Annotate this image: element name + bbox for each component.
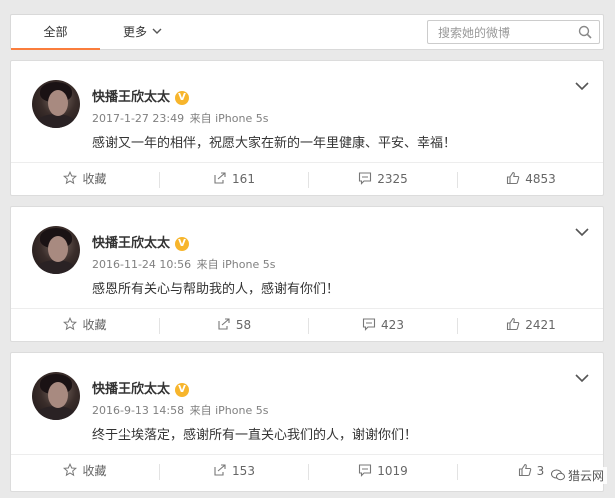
watermark-text: 猎云网 [567,469,604,483]
watermark: 猎云网 [547,467,607,484]
comment-button[interactable]: 2325 [309,163,457,195]
favorite-button[interactable]: 收藏 [11,163,159,195]
post-text: 感谢又一年的相伴，祝愿大家在新的一年里健康、平安、幸福！ [92,136,457,151]
comment-button[interactable]: 423 [309,309,457,341]
repost-icon [218,318,230,330]
avatar[interactable] [32,372,80,420]
repost-count: 58 [235,318,252,332]
chevron-down-icon[interactable] [575,227,589,237]
wechat-icon [550,469,565,481]
star-icon [63,170,78,185]
repost-button[interactable]: 153 [160,455,308,487]
search-input[interactable] [436,22,578,44]
chevron-down-icon [152,28,162,34]
post-text: 终于尘埃落定，感谢所有一直关心我们的人，谢谢你们！ [92,428,418,443]
search-box [427,20,600,44]
post-text: 感恩所有关心与帮助我的人，感谢有你们！ [92,282,340,297]
feed-filter-bar: 全部 更多 [10,14,604,50]
comment-count: 423 [381,318,404,332]
tab-more[interactable]: 更多 [123,15,163,49]
comment-button[interactable]: 1019 [309,455,457,487]
like-count: 2421 [525,318,556,332]
comment-icon [359,464,372,477]
post-source: 来自 iPhone 5s [189,112,269,125]
avatar[interactable] [32,80,80,128]
favorite-label: 收藏 [82,172,107,186]
verified-badge-icon: V [175,91,190,105]
author-name[interactable]: 快播王欣太太 V [92,378,190,397]
repost-count: 161 [232,172,255,186]
comment-icon [359,172,372,185]
like-button[interactable]: 2421 [457,309,605,341]
tab-more-label: 更多 [123,25,148,39]
star-icon [63,316,78,331]
post-actions: 收藏 58 423 2421 [11,309,603,341]
post-meta: 2017-1-27 23:49 来自 iPhone 5s [92,110,268,126]
like-icon [518,463,531,477]
author-name[interactable]: 快播王欣太太 V [92,232,190,251]
tab-all[interactable]: 全部 [11,15,100,50]
like-count: 3 [536,464,545,478]
like-icon [507,171,520,185]
comment-icon [362,318,376,331]
post-meta: 2016-9-13 14:58 来自 iPhone 5s [92,402,268,418]
favorite-button[interactable]: 收藏 [11,309,159,341]
post-source: 来自 iPhone 5s [189,404,269,417]
favorite-button[interactable]: 收藏 [11,455,159,487]
repost-button[interactable]: 58 [160,309,308,341]
like-count: 4853 [525,172,556,186]
repost-button[interactable]: 161 [160,163,308,195]
repost-count: 153 [232,464,255,478]
avatar[interactable] [32,226,80,274]
post-date[interactable]: 2016-9-13 14:58 [92,404,184,417]
favorite-label: 收藏 [82,318,107,332]
post-meta: 2016-11-24 10:56 来自 iPhone 5s [92,256,275,272]
favorite-label: 收藏 [82,464,107,478]
post-card: 快播王欣太太 V 2017-1-27 23:49 来自 iPhone 5s 感谢又… [10,60,604,196]
chevron-down-icon[interactable] [575,373,589,383]
search-icon[interactable] [577,24,593,40]
star-icon [63,462,78,477]
like-icon [507,317,520,331]
like-button[interactable]: 4853 [457,163,605,195]
post-date[interactable]: 2016-11-24 10:56 [92,258,191,271]
comment-count: 1019 [377,464,408,478]
verified-badge-icon: V [175,237,190,251]
post-source: 来自 iPhone 5s [196,258,276,271]
repost-icon [214,464,226,476]
post-date[interactable]: 2017-1-27 23:49 [92,112,184,125]
verified-badge-icon: V [175,383,190,397]
author-name[interactable]: 快播王欣太太 V [92,86,190,105]
chevron-down-icon[interactable] [575,81,589,91]
comment-count: 2325 [377,172,408,186]
repost-icon [214,172,226,184]
post-actions: 收藏 161 2325 4853 [11,163,603,195]
post-card: 快播王欣太太 V 2016-11-24 10:56 来自 iPhone 5s 感恩… [10,206,604,342]
post-card: 快播王欣太太 V 2016-9-13 14:58 来自 iPhone 5s 终于尘… [10,352,604,492]
post-actions: 收藏 153 1019 3 [11,455,603,487]
